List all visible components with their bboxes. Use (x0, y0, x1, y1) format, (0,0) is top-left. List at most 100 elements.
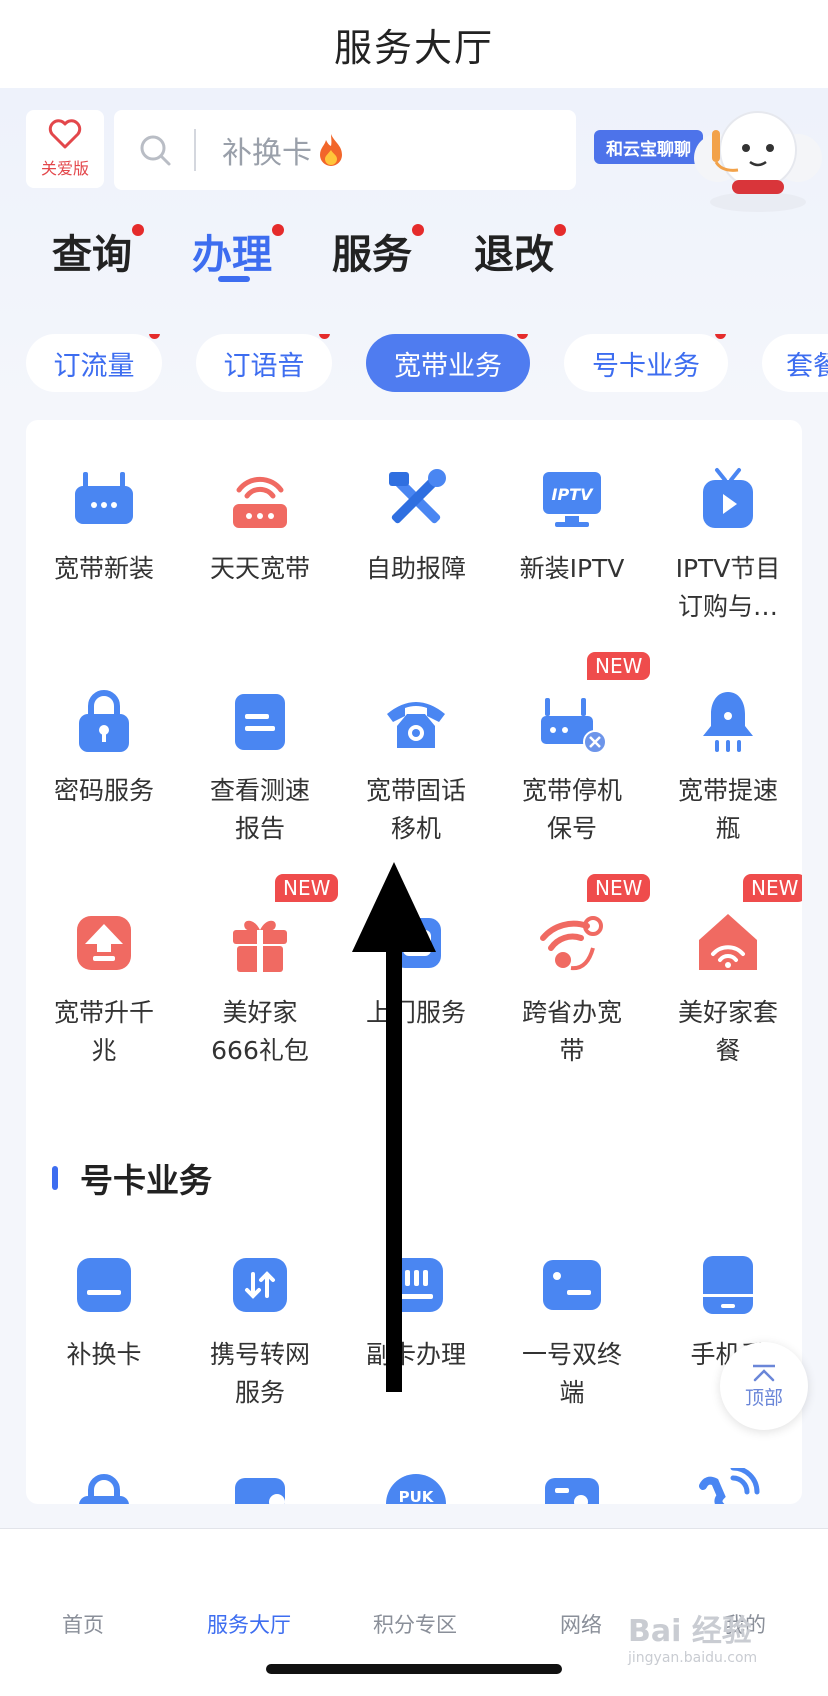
tab-active-underline (218, 276, 250, 282)
service-new-iptv[interactable]: IPTV 新装IPTV (494, 464, 650, 588)
nav-service-hall-label: 服务大厅 (207, 1613, 291, 1637)
tools-icon (389, 469, 446, 524)
chip-data-dot (149, 334, 160, 339)
telephone-icon (387, 702, 445, 748)
lock-icon (79, 1474, 129, 1504)
service-label: 补换卡 (66, 1340, 142, 1369)
service-daily-broadband[interactable]: 天天宽带 (182, 464, 338, 588)
transfer-icon (233, 1258, 287, 1312)
nav-network-label: 网络 (560, 1613, 602, 1637)
new-badge: NEW (275, 874, 339, 902)
tab-handle-dot (272, 224, 284, 236)
tab-service-label: 服务 (332, 232, 412, 278)
chip-card[interactable]: 号卡业务 (564, 334, 728, 392)
service-label: 宽带停机 保号 (521, 776, 622, 843)
nav-home[interactable]: 首页 (0, 1609, 166, 1639)
service-label: 宽带固话 移机 (365, 776, 466, 843)
home-indicator[interactable] (266, 1664, 562, 1674)
chip-card-label: 号卡业务 (592, 350, 700, 382)
tab-handle-label: 办理 (192, 232, 272, 278)
phone-icon (703, 1256, 753, 1314)
service-sim-replace[interactable]: 补换卡 (26, 1250, 182, 1374)
sim-card-icon (77, 1258, 131, 1312)
call-icon (699, 1468, 760, 1504)
puk-icon: PUK (386, 1474, 446, 1504)
service-label: 自助报障 (365, 554, 466, 583)
service-label: 宽带提速 瓶 (677, 776, 778, 843)
watermark-line2: jingyan.baidu.com (628, 1650, 758, 1666)
care-mode-button[interactable]: 关爱版 (26, 110, 104, 188)
tab-refund[interactable]: 退改 (474, 222, 566, 280)
card-reader-icon (545, 1478, 599, 1504)
chat-assistant-label: 和云宝聊聊 (606, 139, 691, 160)
service-dual-terminal[interactable]: 一号双终 端 (494, 1250, 650, 1412)
tab-query-dot (132, 224, 144, 236)
service-label: 新装IPTV (519, 554, 625, 583)
search-box[interactable]: 补换卡 (114, 110, 576, 190)
report-icon (235, 694, 285, 750)
category-chips: 订流量 订语音 宽带业务 号卡业务 套餐 (0, 334, 828, 394)
new-badge: NEW (743, 874, 802, 902)
section-title-card: 号卡业务 (52, 1154, 212, 1202)
service-label: 美好家套 餐 (677, 998, 778, 1065)
svg-text:IPTV: IPTV (552, 485, 595, 504)
service-speed-boost[interactable]: 宽带提速 瓶 (650, 686, 802, 848)
tab-query[interactable]: 查询 (52, 222, 144, 280)
service-password[interactable]: 密码服务 (26, 686, 182, 810)
mascot-avatar[interactable] (688, 106, 828, 214)
chip-data[interactable]: 订流量 (26, 334, 162, 392)
wifi-signal-icon (540, 916, 603, 971)
router-icon (75, 472, 133, 524)
back-to-top-button[interactable]: 顶部 (720, 1342, 808, 1430)
service-number-transfer[interactable]: 携号转网 服务 (182, 1250, 338, 1412)
service-broadband-suspend[interactable]: NEW 宽带停机 保号 (494, 652, 651, 848)
service-home-package[interactable]: NEW 美好家套 餐 (650, 874, 802, 1070)
service-label: 宽带升千 兆 (53, 998, 154, 1065)
nav-service-hall[interactable]: 服务大厅 (166, 1609, 332, 1639)
chat-assistant-tag[interactable]: 和云宝聊聊 (594, 130, 703, 164)
service-gift-package[interactable]: NEW 美好家 666礼包 (182, 874, 339, 1070)
watermark: Bai 经验 jingyan.baidu.com (628, 1606, 818, 1686)
service-phone-move[interactable]: 宽带固话 移机 (338, 686, 494, 848)
service-iptv-order[interactable]: IPTV节目 订购与… (650, 464, 802, 626)
tab-service[interactable]: 服务 (332, 222, 424, 280)
care-mode-label: 关爱版 (40, 159, 89, 178)
section-title-text: 号卡业务 (80, 1161, 212, 1200)
phone-card-icon (235, 1478, 285, 1504)
new-badge: NEW (587, 652, 651, 680)
section-accent-bar (52, 1166, 58, 1190)
service-label: 密码服务 (53, 776, 154, 805)
chip-broadband-label: 宽带业务 (394, 350, 502, 382)
gift-icon (233, 920, 287, 972)
chip-package-label: 套餐 (786, 350, 828, 382)
service-self-repair[interactable]: 自助报障 (338, 464, 494, 588)
chip-broadband[interactable]: 宽带业务 (366, 334, 530, 392)
search-icon (140, 135, 171, 166)
chip-data-label: 订流量 (53, 350, 135, 382)
service-label: 天天宽带 (209, 554, 310, 583)
search-placeholder: 补换卡 (222, 136, 312, 171)
nav-points-label: 积分专区 (373, 1613, 457, 1637)
tab-refund-label: 退改 (474, 232, 554, 278)
home-wifi-icon (699, 914, 757, 970)
watermark-line1: Bai 经验 (628, 1614, 752, 1649)
tab-handle[interactable]: 办理 (192, 222, 284, 282)
chip-voice-dot (319, 334, 330, 339)
tv-play-icon (703, 468, 753, 528)
back-to-top-label: 顶部 (744, 1386, 783, 1409)
tab-refund-dot (554, 224, 566, 236)
service-speed-report[interactable]: 查看测速 报告 (182, 686, 338, 848)
main-tabs: 查询 办理 服务 退改 (0, 222, 828, 302)
wifi-router-icon (233, 476, 287, 528)
nav-points[interactable]: 积分专区 (332, 1609, 498, 1639)
service-label: 一号双终 端 (521, 1340, 622, 1407)
nav-home-label: 首页 (62, 1613, 104, 1637)
service-label: 查看测速 报告 (209, 776, 310, 843)
service-broadband-install[interactable]: 宽带新装 (26, 464, 182, 588)
service-cross-province[interactable]: NEW 跨省办宽 带 (494, 874, 651, 1070)
chevron-up-icon (753, 1364, 775, 1381)
chip-voice[interactable]: 订语音 (196, 334, 332, 392)
service-gigabit-upgrade[interactable]: 宽带升千 兆 (26, 908, 182, 1070)
chip-package[interactable]: 套餐 (762, 334, 828, 392)
svg-text:PUK: PUK (399, 1488, 435, 1504)
